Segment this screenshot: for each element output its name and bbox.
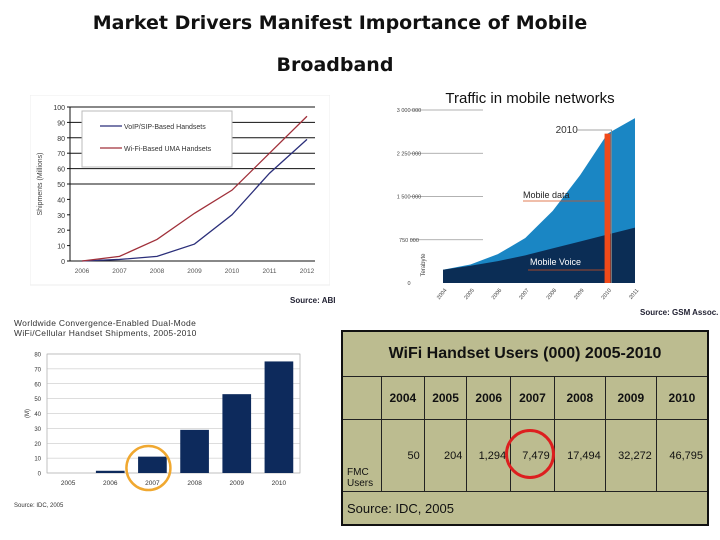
table-source: Source: IDC, 2005 bbox=[341, 491, 709, 526]
col-header: 2004 bbox=[381, 376, 425, 420]
y-tick-label: 30 bbox=[57, 213, 65, 220]
x-tick-label: 2010 bbox=[272, 480, 287, 487]
x-tick-label: 2006 bbox=[75, 268, 90, 275]
cell: 32,272 bbox=[604, 419, 657, 492]
y-tick-label: 10 bbox=[34, 457, 41, 463]
y-tick-label: 20 bbox=[57, 228, 65, 235]
y-tick-label: 100 bbox=[53, 105, 65, 112]
x-tick-label: 2006 bbox=[491, 288, 503, 301]
cell: 17,494 bbox=[553, 419, 606, 492]
x-tick-label: 2010 bbox=[601, 288, 613, 301]
bar bbox=[138, 456, 167, 473]
y-tick-label: 40 bbox=[57, 197, 65, 204]
chart-title: Traffic in mobile networks bbox=[445, 90, 614, 107]
annotation-mobile-data: Mobile data bbox=[523, 190, 570, 200]
x-tick-label: 2004 bbox=[436, 288, 448, 301]
y-axis-label: Terabyte bbox=[421, 253, 427, 277]
x-tick-label: 2008 bbox=[546, 288, 558, 301]
y-tick-label: 0 bbox=[61, 259, 65, 266]
y-tick-label: 70 bbox=[57, 151, 65, 158]
y-axis-label: Shipments (Millions) bbox=[37, 152, 44, 215]
col-header: 2008 bbox=[553, 376, 606, 420]
annotation-2010: 2010 bbox=[556, 125, 579, 136]
col-header: 2010 bbox=[655, 376, 709, 420]
cell-highlighted: 7,479 bbox=[505, 419, 556, 492]
x-tick-label: 2012 bbox=[300, 268, 315, 275]
wifi-users-table: WiFi Handset Users (000) 2005-2010 2004 … bbox=[341, 330, 709, 526]
annotation-mobile-voice: Mobile Voice bbox=[530, 257, 581, 267]
y-tick-label: 750 000 bbox=[399, 238, 419, 244]
y-tick-label: 90 bbox=[57, 120, 65, 127]
x-tick-label: 2008 bbox=[187, 480, 202, 487]
page-title-line2: Broadband bbox=[276, 54, 394, 76]
y-tick-label: 50 bbox=[57, 182, 65, 189]
x-tick-label: 2007 bbox=[112, 268, 127, 275]
shipments-line-chart: 0 10 20 30 40 50 60 70 80 90 100 2006 2007 2008 2009 20… bbox=[30, 95, 330, 286]
x-tick-label: 2009 bbox=[187, 268, 202, 275]
source-abi: Source: ABI bbox=[290, 296, 336, 305]
legend-label: Wi-Fi-Based UMA Handsets bbox=[124, 146, 212, 153]
x-tick-label: 2005 bbox=[61, 480, 76, 487]
y-tick-label: 2 250 000 bbox=[397, 151, 421, 157]
legend-box bbox=[81, 110, 233, 168]
y-tick-label: 1 500 000 bbox=[397, 195, 421, 201]
legend-label: VoIP/SIP-Based Handsets bbox=[124, 124, 206, 131]
table-corner bbox=[341, 376, 382, 420]
y-tick-label: 30 bbox=[34, 427, 41, 433]
cell: 204 bbox=[423, 419, 468, 492]
y-tick-label: 10 bbox=[57, 244, 65, 251]
x-tick-label: 2009 bbox=[230, 480, 245, 487]
source-idc-bar: Source: IDC, 2005 bbox=[14, 503, 64, 509]
cell: 1,294 bbox=[466, 419, 512, 492]
row-label: FMC Users bbox=[341, 419, 382, 492]
y-tick-label: 0 bbox=[38, 472, 42, 478]
col-header: 2009 bbox=[604, 376, 657, 420]
x-tick-label: 2008 bbox=[150, 268, 165, 275]
y-axis-label: (M) bbox=[25, 409, 31, 418]
x-tick-label: 2007 bbox=[518, 288, 530, 301]
cell: 50 bbox=[381, 419, 425, 492]
traffic-area-chart: Traffic in mobile networks 0 750 000 1 500 … bbox=[397, 90, 641, 301]
y-tick-label: 40 bbox=[34, 412, 41, 418]
y-tick-label: 80 bbox=[34, 353, 41, 359]
bar bbox=[264, 361, 294, 473]
highlight-bar-2010 bbox=[604, 133, 611, 283]
y-tick-label: 80 bbox=[57, 136, 65, 143]
y-tick-label: 3 000 000 bbox=[397, 108, 421, 114]
page-title-line1: Market Drivers Manifest Importance of Mo… bbox=[92, 12, 588, 34]
col-header: 2005 bbox=[423, 376, 468, 420]
x-tick-label: 2005 bbox=[463, 288, 475, 301]
y-tick-label: 50 bbox=[34, 397, 41, 403]
y-tick-label: 70 bbox=[34, 367, 41, 373]
x-tick-label: 2009 bbox=[573, 288, 585, 301]
table-row: FMC Users 50 204 1,294 7,479 17,494 32,2… bbox=[341, 419, 709, 492]
bar-chart-title: Worldwide Convergence-Enabled Dual-Mode … bbox=[14, 318, 197, 338]
col-header: 2006 bbox=[466, 376, 512, 420]
source-gsm: Source: GSM Assoc. bbox=[640, 308, 719, 317]
bar bbox=[180, 429, 209, 473]
col-header: 2007 bbox=[510, 376, 555, 420]
x-tick-label: 2010 bbox=[225, 268, 240, 275]
y-tick-label: 0 bbox=[407, 281, 410, 287]
table-header-row: 2004 2005 2006 2007 2008 2009 2010 bbox=[341, 376, 709, 420]
handset-bar-chart: 0 10 20 30 40 50 60 70 80 (M) 2005 2006 2007 2008 2009… bbox=[25, 353, 301, 492]
bar bbox=[95, 470, 125, 473]
x-tick-label: 2006 bbox=[103, 480, 118, 487]
x-tick-label: 2007 bbox=[145, 480, 160, 487]
y-tick-label: 60 bbox=[34, 382, 41, 388]
y-tick-label: 60 bbox=[57, 167, 65, 174]
table-title: WiFi Handset Users (000) 2005-2010 bbox=[341, 330, 709, 377]
y-tick-label: 20 bbox=[34, 442, 41, 448]
bar bbox=[222, 394, 252, 473]
x-tick-label: 2011 bbox=[628, 288, 640, 301]
highlight-circle bbox=[505, 428, 556, 479]
cell: 46,795 bbox=[655, 419, 709, 492]
x-tick-label: 2011 bbox=[263, 268, 277, 275]
